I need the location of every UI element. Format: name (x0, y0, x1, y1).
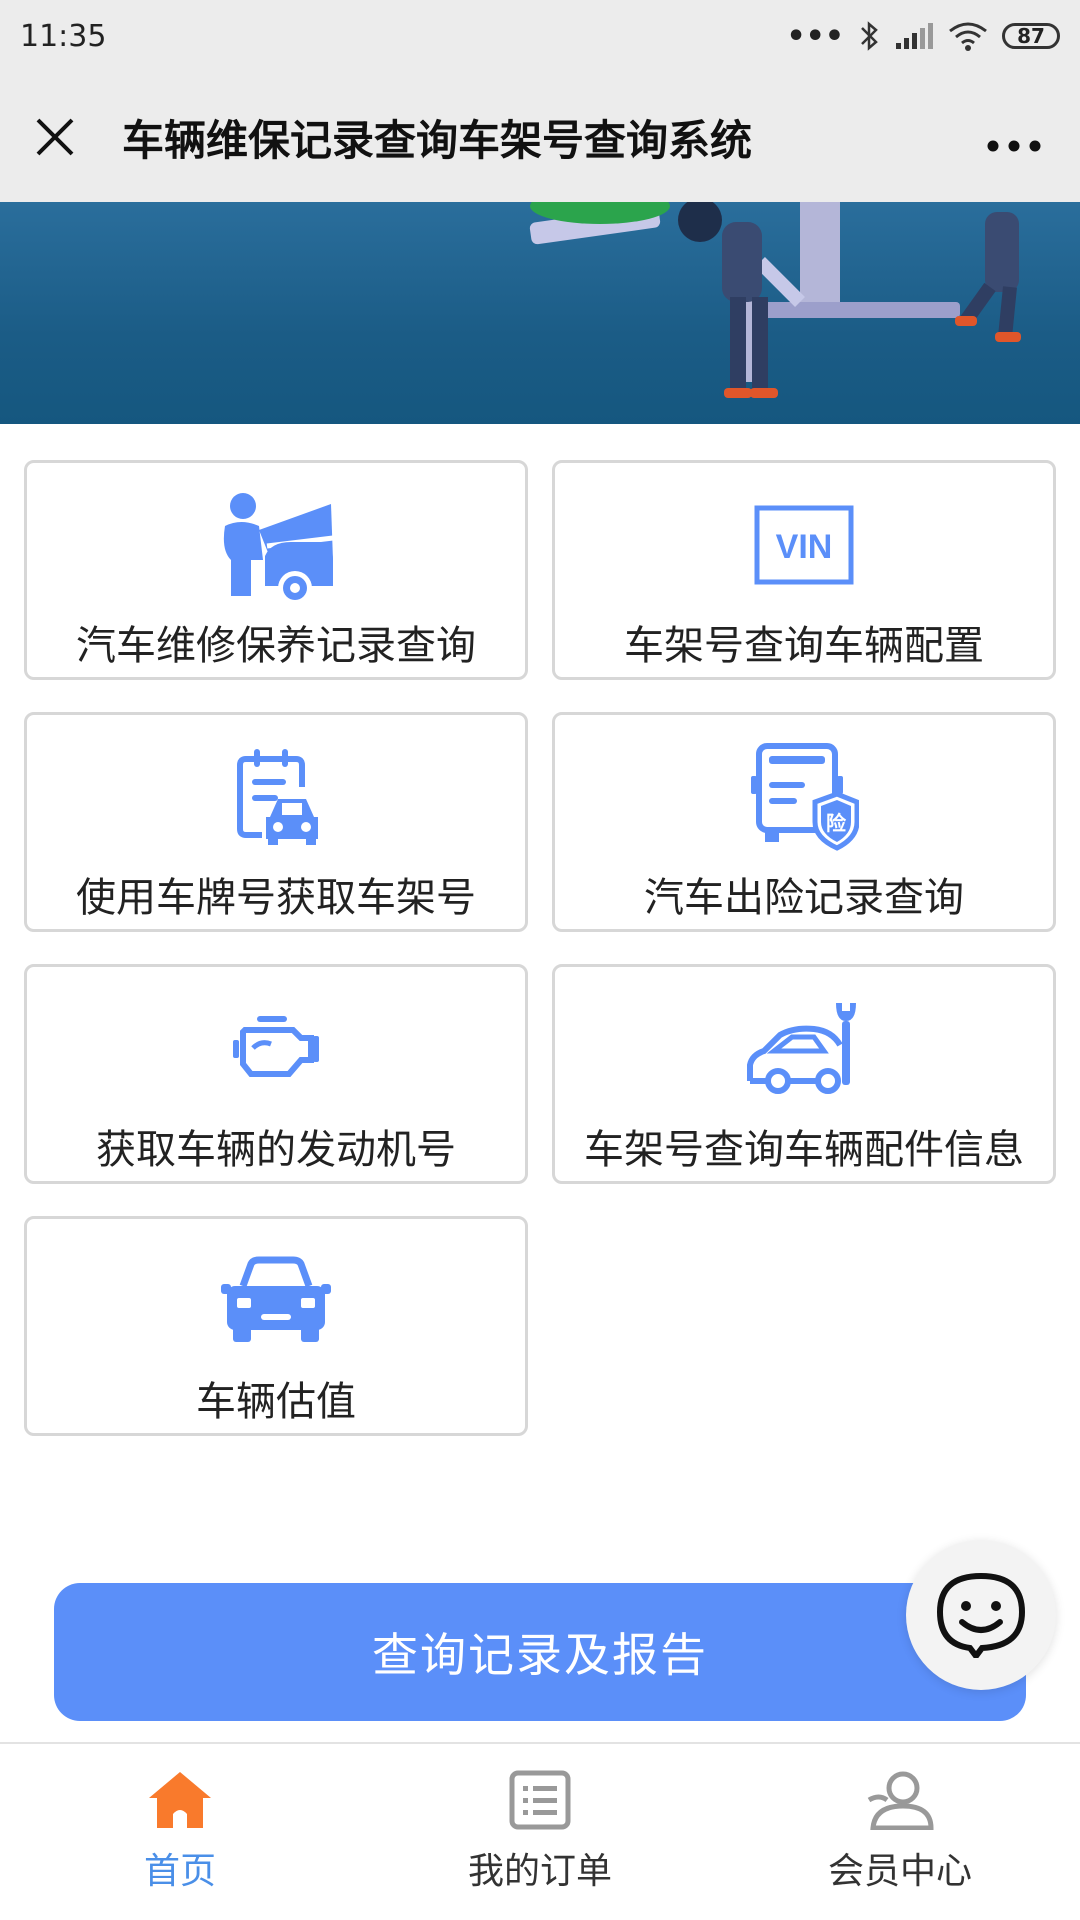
nav-item-orders[interactable]: 我的订单 (360, 1744, 720, 1920)
card-vin-parts[interactable]: 车架号查询车辆配件信息 (552, 964, 1056, 1184)
card-valuation[interactable]: 车辆估值 (24, 1216, 528, 1436)
engine-icon (231, 989, 321, 1109)
list-icon (509, 1770, 571, 1830)
more-icon (987, 140, 1041, 152)
mechanics-illustration (529, 202, 1021, 398)
query-records-button[interactable]: 查询记录及报告 (54, 1583, 1026, 1721)
wifi-icon (949, 22, 987, 51)
card-label: 汽车维修保养记录查询 (76, 623, 476, 669)
card-plate-to-vin[interactable]: 使用车牌号获取车架号 (24, 712, 528, 932)
card-label: 获取车辆的发动机号 (96, 1127, 456, 1173)
battery-indicator: 87 (1002, 23, 1060, 49)
signal-icon (896, 23, 933, 49)
user-icon (867, 1771, 934, 1830)
status-icons: ••• 87 (786, 19, 1060, 54)
card-label: 使用车牌号获取车架号 (76, 875, 476, 921)
card-label: 车架号查询车辆配置 (624, 623, 984, 669)
hero-banner (0, 202, 1080, 424)
dots-icon: ••• (786, 18, 844, 54)
card-maintenance-records[interactable]: 汽车维修保养记录查询 (24, 460, 528, 680)
card-label: 汽车出险记录查询 (644, 875, 964, 921)
close-button[interactable] (28, 110, 82, 164)
query-records-label: 查询记录及报告 (372, 1628, 708, 1682)
card-vin-config[interactable]: VIN 车架号查询车辆配置 (552, 460, 1056, 680)
status-time: 11:35 (20, 18, 107, 54)
card-label: 车架号查询车辆配件信息 (584, 1127, 1024, 1173)
close-icon (36, 118, 74, 156)
car-wrench-icon (744, 989, 864, 1109)
nav-item-home[interactable]: 首页 (0, 1744, 360, 1920)
car-front-icon (221, 1241, 331, 1361)
nav-item-member[interactable]: 会员中心 (720, 1744, 1080, 1920)
more-button[interactable] (986, 109, 1042, 165)
chat-button[interactable] (906, 1540, 1056, 1690)
nav-label-home: 首页 (143, 1851, 216, 1892)
card-engine-number[interactable]: 获取车辆的发动机号 (24, 964, 528, 1184)
vin-icon-text: VIN (776, 528, 833, 566)
home-icon (149, 1772, 211, 1828)
title-bar: 车辆维保记录查询车架号查询系统 (0, 72, 1080, 202)
card-label: 车辆估值 (196, 1379, 356, 1425)
insurance-icon-text: 险 (826, 811, 847, 835)
card-insurance-records[interactable]: 险 汽车出险记录查询 (552, 712, 1056, 932)
nav-label-orders: 我的订单 (467, 1851, 612, 1892)
bluetooth-icon (861, 21, 878, 51)
vin-icon: VIN (754, 485, 854, 605)
bus-insurance-icon: 险 (749, 737, 859, 857)
smiley-chat-icon (936, 1572, 1026, 1658)
clipboard-car-icon (226, 737, 326, 857)
mechanic-car-icon (211, 485, 341, 605)
bottom-nav: 首页 我的订单 会员中心 (0, 1742, 1080, 1920)
nav-label-member: 会员中心 (827, 1851, 972, 1892)
status-bar: 11:35 ••• 87 (0, 0, 1080, 72)
page-title: 车辆维保记录查询车架号查询系统 (122, 115, 753, 165)
